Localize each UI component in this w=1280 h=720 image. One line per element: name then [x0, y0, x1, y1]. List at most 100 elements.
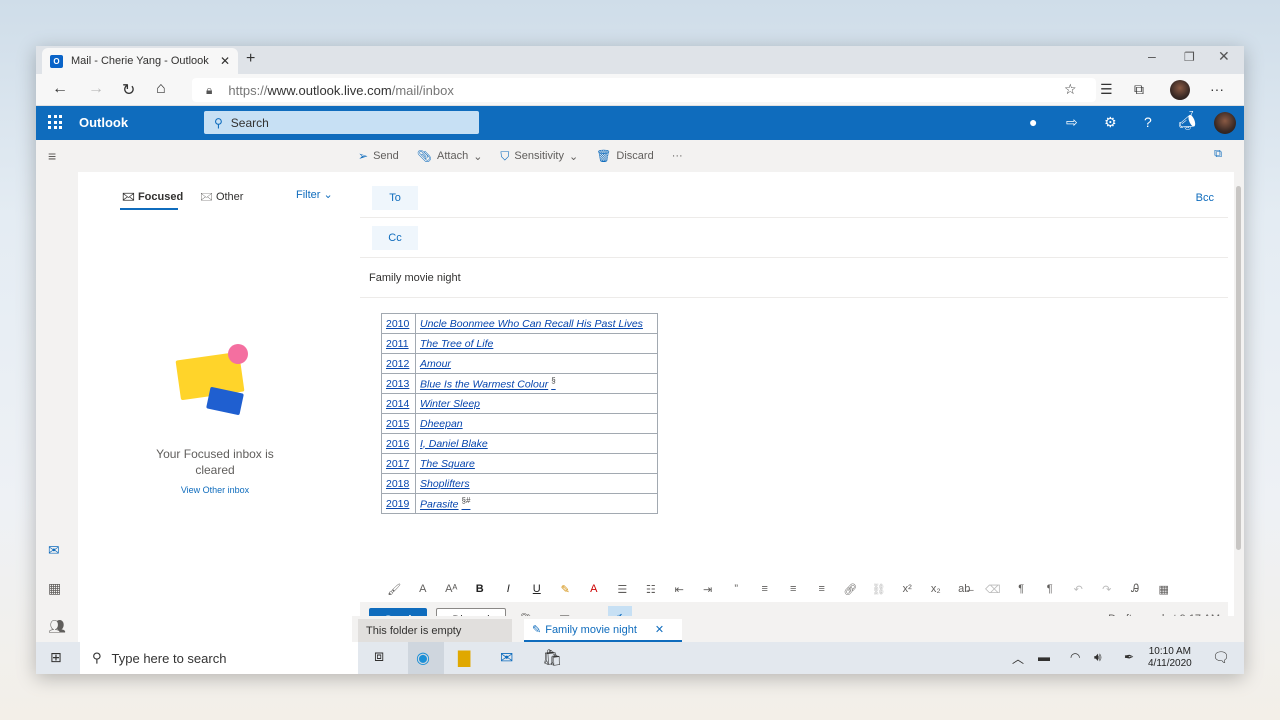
- movie-title-link[interactable]: I, Daniel Blake: [420, 438, 488, 450]
- search-input[interactable]: ⚲ Search: [204, 111, 479, 134]
- tab-other[interactable]: 🖂︎ Other: [200, 188, 243, 207]
- close-window-icon[interactable]: ✕: [1218, 48, 1230, 65]
- more-options-icon[interactable]: ···: [1210, 81, 1224, 97]
- pen-icon[interactable]: ✒: [1124, 650, 1134, 664]
- show-hidden-icons[interactable]: ︿: [1012, 650, 1024, 667]
- unlink-icon[interactable]: ⛓: [865, 583, 894, 596]
- movie-year-link[interactable]: 2016: [381, 433, 416, 454]
- cmd-attach-button[interactable]: 📎︎ Attach ⌄: [417, 149, 483, 163]
- refresh-icon[interactable]: ↻: [122, 80, 135, 100]
- file-explorer-icon[interactable]: ▇: [458, 648, 470, 668]
- profile-avatar[interactable]: [1170, 80, 1190, 100]
- movie-title-link[interactable]: The Tree of Life: [420, 338, 493, 350]
- cmd-send-button[interactable]: ➢ Send: [358, 149, 399, 163]
- close-draft-tab-icon[interactable]: ✕: [655, 623, 664, 636]
- strikethrough-icon[interactable]: ab̶: [950, 583, 979, 595]
- cmd-sensitivity-button[interactable]: ⛉ Sensitivity ⌄: [500, 149, 578, 164]
- mail-icon[interactable]: ✉: [48, 542, 60, 559]
- wifi-icon[interactable]: ◠: [1070, 650, 1080, 664]
- subscript-icon[interactable]: x₂: [922, 583, 951, 595]
- numbering-icon[interactable]: ☷: [637, 583, 666, 596]
- movie-year-link[interactable]: 2011: [381, 333, 416, 354]
- app-launcher-icon[interactable]: [48, 115, 62, 129]
- restore-icon[interactable]: ❐: [1184, 50, 1195, 64]
- bullets-icon[interactable]: ☰: [608, 583, 637, 596]
- movie-year-link[interactable]: 2019: [381, 493, 416, 514]
- format-painter-icon[interactable]: 🖌︎: [380, 583, 409, 596]
- undo-icon[interactable]: ↶: [1064, 583, 1093, 596]
- clear-format-icon[interactable]: ⌫: [979, 583, 1008, 596]
- url-field[interactable]: 🔒︎ https://www.outlook.live.com/mail/inb…: [192, 78, 1096, 102]
- tab-focused[interactable]: 🖂︎ Focused: [122, 188, 183, 207]
- movie-year-link[interactable]: 2014: [381, 393, 416, 414]
- home-icon[interactable]: ⌂: [156, 80, 166, 98]
- compose-scrollbar[interactable]: [1234, 172, 1244, 642]
- collections-icon[interactable]: ⧉: [1134, 81, 1144, 98]
- settings-gear-icon[interactable]: ⚙: [1104, 114, 1117, 131]
- browser-tab[interactable]: O Mail - Cherie Yang - Outlook ✕: [42, 48, 238, 74]
- font-icon[interactable]: A: [409, 583, 438, 595]
- bcc-button[interactable]: Bcc: [1196, 192, 1214, 204]
- subject-row[interactable]: Family movie night: [360, 258, 1228, 298]
- battery-icon[interactable]: ▬: [1038, 650, 1050, 664]
- bold-icon[interactable]: B: [466, 583, 495, 595]
- taskbar-search-input[interactable]: ⚲ Type here to search: [80, 642, 358, 674]
- movie-year-link[interactable]: 2013: [381, 373, 416, 394]
- popout-icon[interactable]: ⧉: [1214, 148, 1222, 161]
- redo-icon[interactable]: ↷: [1093, 583, 1122, 596]
- people-icon[interactable]: 👥︎: [48, 618, 66, 635]
- font-size-icon[interactable]: Aᴬ: [437, 583, 466, 595]
- edge-icon[interactable]: ◉: [416, 648, 430, 668]
- align-left-icon[interactable]: ≡: [751, 583, 780, 595]
- align-center-icon[interactable]: ≡: [779, 583, 808, 595]
- styles-icon[interactable]: Ꭿ: [1121, 583, 1150, 596]
- volume-icon[interactable]: 🔊︎: [1094, 650, 1102, 665]
- movie-title-link[interactable]: Shoplifters: [420, 478, 470, 490]
- rtl-icon[interactable]: ¶: [1036, 583, 1065, 595]
- highlight-icon[interactable]: ✎: [551, 583, 580, 596]
- movie-title-link[interactable]: Winter Sleep: [420, 398, 480, 410]
- movie-year-link[interactable]: 2010: [381, 313, 416, 334]
- calendar-icon[interactable]: ▦: [48, 580, 61, 597]
- movie-year-link[interactable]: 2018: [381, 473, 416, 494]
- outlook-brand[interactable]: Outlook: [79, 115, 128, 130]
- scrollbar-thumb[interactable]: [1236, 186, 1241, 550]
- movie-title-link[interactable]: Uncle Boonmee Who Can Recall His Past Li…: [420, 318, 643, 330]
- align-right-icon[interactable]: ≡: [808, 583, 837, 595]
- taskbar-clock[interactable]: 10:10 AM 4/11/2020: [1148, 646, 1192, 670]
- movie-year-link[interactable]: 2015: [381, 413, 416, 434]
- favorite-star-icon[interactable]: ☆: [1064, 81, 1077, 98]
- view-other-inbox-link[interactable]: View Other inbox: [148, 485, 282, 495]
- windows-start-icon[interactable]: ⊞: [50, 649, 62, 666]
- forward-icon[interactable]: →: [88, 80, 104, 98]
- movie-year-link[interactable]: 2017: [381, 453, 416, 474]
- account-avatar[interactable]: [1214, 112, 1236, 134]
- movie-title-link[interactable]: Amour: [420, 358, 451, 370]
- cmd-more-button[interactable]: ···: [672, 150, 683, 162]
- movie-title-link[interactable]: Dheepan: [420, 418, 463, 430]
- italic-icon[interactable]: I: [494, 583, 523, 595]
- ltr-icon[interactable]: ¶: [1007, 583, 1036, 595]
- draft-tab[interactable]: ✎ Family movie night ✕: [524, 619, 682, 642]
- my-day-icon[interactable]: ⇨: [1066, 114, 1078, 131]
- movie-year-link[interactable]: 2012: [381, 353, 416, 374]
- help-icon[interactable]: ?: [1144, 114, 1152, 130]
- folder-empty-tab[interactable]: This folder is empty: [358, 619, 512, 642]
- store-icon[interactable]: 🛍︎: [542, 648, 562, 668]
- filter-button[interactable]: Filter ⌄: [296, 188, 333, 201]
- skype-icon[interactable]: ●: [1029, 114, 1037, 130]
- to-row[interactable]: To Bcc: [360, 178, 1228, 218]
- cc-button[interactable]: Cc: [372, 226, 418, 250]
- hamburger-menu-icon[interactable]: ≡: [48, 148, 56, 164]
- increase-indent-icon[interactable]: ⇥: [694, 583, 723, 596]
- link-icon[interactable]: 🔗︎: [836, 583, 865, 596]
- task-view-icon[interactable]: ⧈: [374, 648, 384, 666]
- cmd-discard-button[interactable]: 🗑︎ Discard: [596, 149, 654, 163]
- cc-row[interactable]: Cc: [360, 218, 1228, 258]
- new-tab-icon[interactable]: +: [246, 50, 255, 68]
- movie-title-link[interactable]: The Square: [420, 458, 475, 470]
- font-color-icon[interactable]: A: [580, 583, 609, 595]
- decrease-indent-icon[interactable]: ⇤: [665, 583, 694, 596]
- table-icon[interactable]: ▦: [1150, 583, 1179, 596]
- mail-app-icon[interactable]: ✉: [500, 648, 513, 668]
